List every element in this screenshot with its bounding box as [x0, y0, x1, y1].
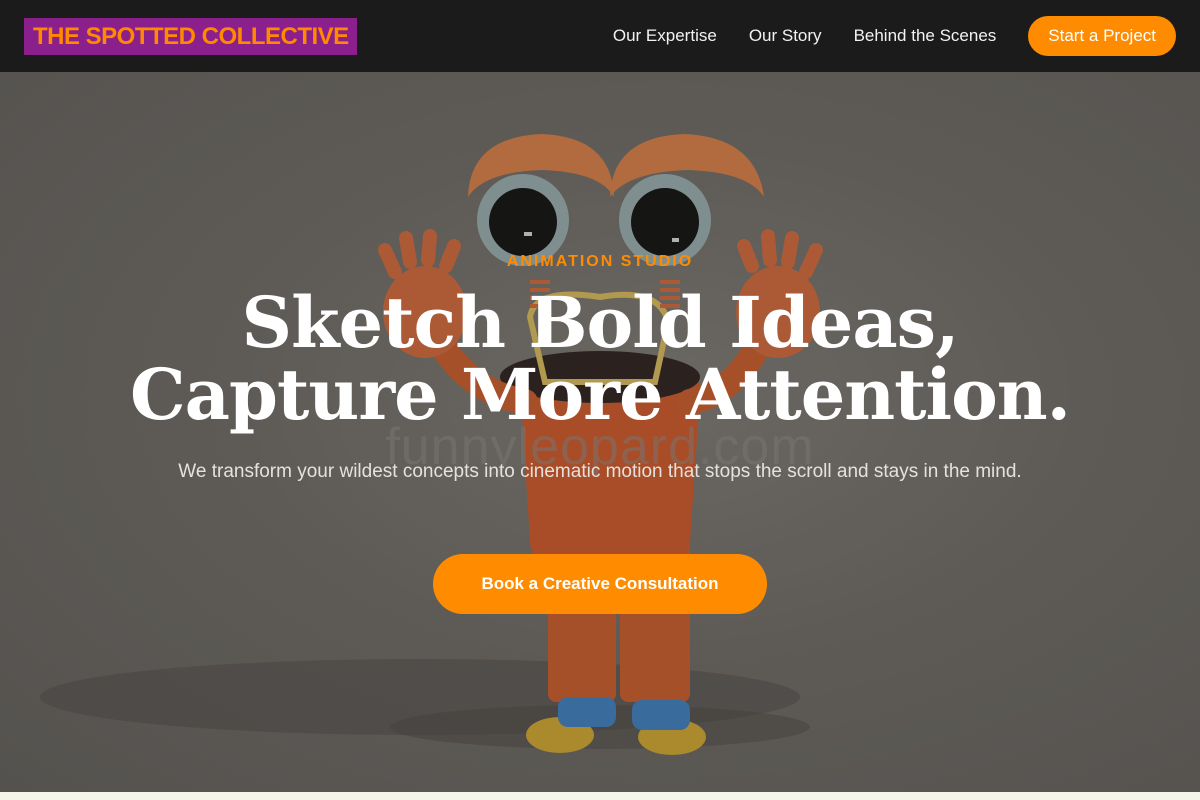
headline-line-1: Sketch Bold Ideas, [241, 281, 960, 364]
book-consultation-button[interactable]: Book a Creative Consultation [433, 554, 767, 614]
hero-section: funnyleopard.com ANIMATION STUDIO Sketch… [0, 72, 1200, 792]
nav-links: Our Expertise Our Story Behind the Scene… [613, 16, 1176, 56]
headline-line-2: Capture More Attention. [129, 353, 1071, 436]
hero-content: ANIMATION STUDIO Sketch Bold Ideas, Capt… [0, 72, 1200, 792]
nav-link-behind-the-scenes[interactable]: Behind the Scenes [854, 26, 997, 46]
nav-link-our-expertise[interactable]: Our Expertise [613, 26, 717, 46]
brand-logo[interactable]: THE SPOTTED COLLECTIVE [24, 17, 357, 55]
hero-headline: Sketch Bold Ideas, Capture More Attentio… [0, 287, 1200, 431]
hero-subtext: We transform your wildest concepts into … [178, 461, 1022, 482]
nav-link-our-story[interactable]: Our Story [749, 26, 822, 46]
top-navbar: THE SPOTTED COLLECTIVE Our Expertise Our… [0, 0, 1200, 72]
hero-eyebrow: ANIMATION STUDIO [506, 253, 694, 270]
next-section-edge [0, 792, 1200, 800]
start-project-button[interactable]: Start a Project [1028, 16, 1176, 56]
